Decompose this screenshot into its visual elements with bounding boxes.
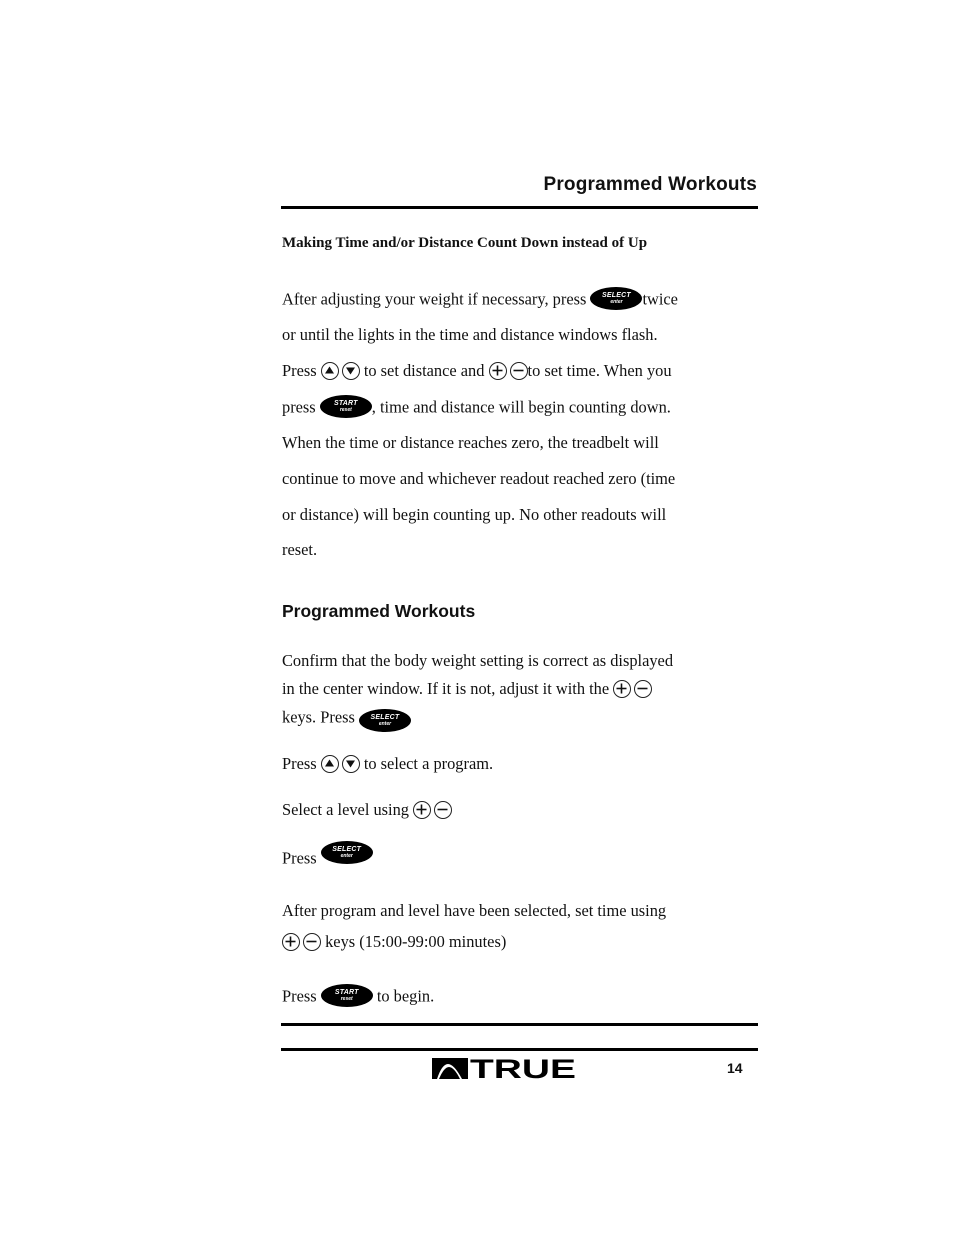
paragraph-line: press START reset, time and distance will…: [282, 395, 671, 420]
start-reset-button-icon: START reset: [319, 395, 372, 418]
paragraph-line: or distance) will begin counting up. No …: [282, 505, 667, 524]
start-reset-button-icon: START reset: [320, 984, 373, 1007]
down-arrow-icon: [341, 362, 360, 381]
plus-minus-keys: [488, 362, 528, 382]
footer-rule-upper: [281, 1023, 758, 1026]
select-enter-button-icon: SELECT enter: [358, 709, 411, 732]
manual-page: Programmed Workouts Making Time and/or D…: [0, 0, 954, 1235]
plus-minus-keys: [613, 680, 653, 700]
section-subheading: Making Time and/or Distance Count Down i…: [282, 235, 648, 251]
up-down-keys: [320, 755, 360, 775]
paragraph-line: or until the lights in the time and dist…: [282, 325, 658, 344]
page-number: 14: [727, 1060, 743, 1076]
select-enter-button-icon: SELECT enter: [320, 841, 373, 864]
paragraph-line: Press START reset to begin.: [282, 984, 434, 1009]
paragraph-line: Press to set distance and to set time. W…: [282, 361, 672, 382]
section-heading: Programmed Workouts: [282, 601, 476, 621]
paragraph-line: keys. Press SELECT enter: [282, 707, 411, 732]
true-logo: TRUE: [432, 1056, 576, 1079]
logo-text: TRUE: [470, 1056, 576, 1079]
plus-icon: [613, 680, 632, 699]
plus-minus-keys: [413, 801, 453, 821]
paragraph-line: in the center window. If it is not, adju…: [282, 679, 653, 700]
paragraph-line: After adjusting your weight if necessary…: [282, 287, 678, 312]
paragraph-line: Select a level using: [282, 800, 453, 821]
paragraph-line: reset.: [282, 540, 318, 559]
plus-minus-keys: [282, 933, 321, 953]
plus-icon: [282, 933, 300, 952]
select-enter-button-icon: SELECT enter: [590, 287, 643, 310]
paragraph-line: After program and level have been select…: [282, 901, 667, 920]
plus-icon: [488, 362, 507, 381]
minus-icon: [509, 362, 528, 381]
paragraph-line: keys (15:00-99:00 minutes): [282, 932, 506, 953]
up-arrow-icon: [320, 362, 339, 381]
paragraph-line: continue to move and whichever readout r…: [282, 469, 676, 488]
minus-icon: [303, 933, 321, 952]
paragraph-line: Press SELECT enter: [282, 841, 373, 871]
minus-icon: [434, 801, 453, 820]
up-down-keys: [320, 362, 360, 382]
header-rule: [281, 206, 758, 209]
plus-icon: [413, 801, 432, 820]
footer-rule-lower: [281, 1048, 758, 1051]
up-arrow-icon: [320, 755, 339, 774]
paragraph-line: Confirm that the body weight setting is …: [282, 651, 674, 670]
down-arrow-icon: [341, 755, 360, 774]
minus-icon: [634, 680, 653, 699]
page-header-title: Programmed Workouts: [543, 174, 757, 195]
paragraph-line: When the time or distance reaches zero, …: [282, 433, 659, 452]
paragraph-line: Press to select a program.: [282, 754, 493, 775]
